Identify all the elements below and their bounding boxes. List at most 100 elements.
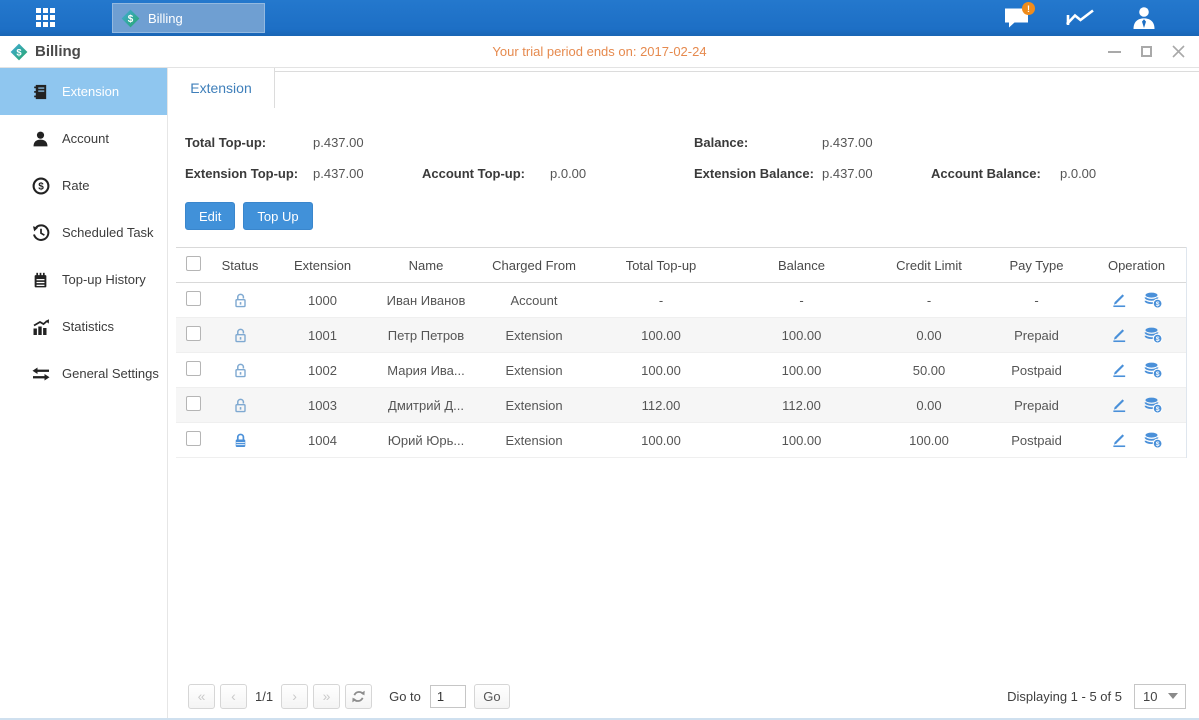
topup-button[interactable]: Top Up bbox=[243, 202, 312, 230]
row-checkbox[interactable] bbox=[186, 431, 201, 446]
cell-pay-type: - bbox=[986, 283, 1087, 318]
goto-label: Go to bbox=[389, 689, 421, 704]
window-title: $ Billing bbox=[10, 43, 81, 61]
sidebar-item-extension[interactable]: Extension bbox=[0, 68, 167, 115]
topup-coins-icon[interactable]: $ bbox=[1144, 362, 1163, 379]
table-row: 1001Петр ПетровExtension100.00100.000.00… bbox=[176, 318, 1186, 353]
sidebar-item-label: Top-up History bbox=[62, 272, 146, 287]
topup-coins-icon[interactable]: $ bbox=[1144, 397, 1163, 414]
lock-open-icon bbox=[233, 397, 248, 414]
col-operation: Operation bbox=[1087, 248, 1186, 283]
extension-table: Status Extension Name Charged From Total… bbox=[176, 247, 1187, 458]
cell-credit-limit: 0.00 bbox=[872, 388, 986, 423]
col-extension: Extension bbox=[270, 248, 375, 283]
taskbar-item-billing[interactable]: $ Billing bbox=[112, 3, 265, 33]
cell-balance: 100.00 bbox=[731, 423, 872, 458]
statistics-chart-icon[interactable] bbox=[1065, 4, 1095, 32]
total-topup-label: Total Top-up: bbox=[185, 135, 313, 150]
topup-coins-icon[interactable]: $ bbox=[1144, 432, 1163, 449]
minimize-icon[interactable] bbox=[1107, 45, 1121, 59]
cell-credit-limit: 100.00 bbox=[872, 423, 986, 458]
extension-ledger-icon bbox=[31, 83, 50, 101]
edit-pencil-icon[interactable] bbox=[1111, 432, 1128, 448]
sidebar-item-topup-history[interactable]: Top-up History bbox=[0, 256, 167, 303]
goto-page-input[interactable] bbox=[430, 685, 466, 708]
topup-coins-icon[interactable]: $ bbox=[1144, 292, 1163, 309]
account-topup-value: p.0.00 bbox=[550, 166, 694, 181]
first-page-button[interactable]: « bbox=[188, 684, 215, 709]
close-icon[interactable] bbox=[1171, 45, 1185, 59]
rate-dollar-icon: $ bbox=[31, 177, 50, 195]
sidebar-item-rate[interactable]: $ Rate bbox=[0, 162, 167, 209]
cell-balance: 100.00 bbox=[731, 318, 872, 353]
sidebar-item-label: Account bbox=[62, 131, 109, 146]
sidebar-item-scheduled-task[interactable]: Scheduled Task bbox=[0, 209, 167, 256]
col-status: Status bbox=[210, 248, 270, 283]
refresh-button[interactable] bbox=[345, 684, 372, 709]
messages-icon[interactable]: ! bbox=[1001, 4, 1031, 32]
last-page-button[interactable]: » bbox=[313, 684, 340, 709]
app-grid-icon[interactable] bbox=[36, 8, 56, 28]
sidebar: Extension Account $ Rate Scheduled Task … bbox=[0, 68, 168, 718]
sidebar-item-label: Scheduled Task bbox=[62, 225, 154, 240]
edit-pencil-icon[interactable] bbox=[1111, 397, 1128, 413]
billing-diamond-icon: $ bbox=[10, 43, 28, 61]
sidebar-item-label: Extension bbox=[62, 84, 119, 99]
col-total-topup: Total Top-up bbox=[591, 248, 731, 283]
edit-pencil-icon[interactable] bbox=[1111, 362, 1128, 378]
cell-charged-from: Account bbox=[477, 283, 591, 318]
edit-pencil-icon[interactable] bbox=[1111, 327, 1128, 343]
cell-credit-limit: 50.00 bbox=[872, 353, 986, 388]
tab-extension[interactable]: Extension bbox=[168, 68, 275, 108]
col-credit-limit: Credit Limit bbox=[872, 248, 986, 283]
topup-coins-icon[interactable]: $ bbox=[1144, 327, 1163, 344]
extension-balance-label: Extension Balance: bbox=[694, 166, 822, 181]
sidebar-item-account[interactable]: Account bbox=[0, 115, 167, 162]
sidebar-item-statistics[interactable]: Statistics bbox=[0, 303, 167, 350]
topup-history-notebook-icon bbox=[31, 271, 50, 289]
cell-total-topup: 100.00 bbox=[591, 353, 731, 388]
billing-diamond-icon: $ bbox=[121, 9, 140, 28]
svg-text:$: $ bbox=[1155, 371, 1159, 378]
statistics-bars-icon bbox=[31, 318, 50, 336]
prev-page-button[interactable]: ‹ bbox=[220, 684, 247, 709]
cell-name: Дмитрий Д... bbox=[375, 388, 477, 423]
svg-text:$: $ bbox=[38, 181, 44, 192]
svg-text:$: $ bbox=[16, 47, 22, 57]
trial-notice: Your trial period ends on: 2017-02-24 bbox=[0, 44, 1199, 59]
row-checkbox[interactable] bbox=[186, 396, 201, 411]
pagination-bar: « ‹ 1/1 › » Go to Go Displaying 1 - 5 of… bbox=[188, 680, 1186, 712]
row-checkbox[interactable] bbox=[186, 326, 201, 341]
cell-charged-from: Extension bbox=[477, 318, 591, 353]
edit-pencil-icon[interactable] bbox=[1111, 292, 1128, 308]
next-page-button[interactable]: › bbox=[281, 684, 308, 709]
cell-total-topup: 100.00 bbox=[591, 423, 731, 458]
account-balance-value: p.0.00 bbox=[1060, 166, 1199, 181]
user-account-icon[interactable] bbox=[1129, 4, 1159, 32]
go-button[interactable]: Go bbox=[474, 684, 510, 709]
col-balance: Balance bbox=[731, 248, 872, 283]
sidebar-item-label: Rate bbox=[62, 178, 89, 193]
window-titlebar: $ Billing Your trial period ends on: 201… bbox=[0, 36, 1199, 68]
os-topbar: $ Billing ! bbox=[0, 0, 1199, 36]
select-all-checkbox[interactable] bbox=[186, 256, 201, 271]
extension-topup-label: Extension Top-up: bbox=[185, 166, 313, 181]
svg-text:$: $ bbox=[1155, 336, 1159, 343]
taskbar-item-label: Billing bbox=[148, 11, 183, 26]
cell-credit-limit: 0.00 bbox=[872, 318, 986, 353]
row-checkbox[interactable] bbox=[186, 291, 201, 306]
cell-charged-from: Extension bbox=[477, 423, 591, 458]
page-size-select[interactable]: 10 bbox=[1134, 684, 1186, 709]
general-settings-sliders-icon bbox=[31, 365, 50, 383]
window-title-text: Billing bbox=[35, 43, 81, 60]
edit-button[interactable]: Edit bbox=[185, 202, 235, 230]
cell-pay-type: Postpaid bbox=[986, 423, 1087, 458]
cell-name: Мария Ива... bbox=[375, 353, 477, 388]
total-topup-value: p.437.00 bbox=[313, 135, 422, 150]
maximize-icon[interactable] bbox=[1139, 45, 1153, 59]
table-row: 1004Юрий Юрь...Extension100.00100.00100.… bbox=[176, 423, 1186, 458]
row-checkbox[interactable] bbox=[186, 361, 201, 376]
account-person-icon bbox=[31, 130, 50, 148]
sidebar-item-general-settings[interactable]: General Settings bbox=[0, 350, 167, 397]
table-row: 1000Иван ИвановAccount----$ bbox=[176, 283, 1186, 318]
